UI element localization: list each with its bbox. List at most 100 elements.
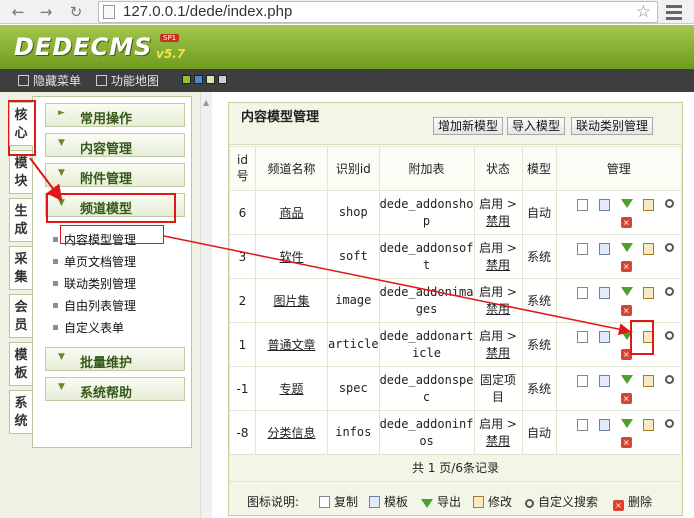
channel-name-link[interactable]: 软件 — [279, 250, 303, 264]
edit-icon[interactable] — [642, 418, 654, 431]
status-toggle-link[interactable]: 目 — [492, 390, 504, 404]
model-table: id 号 频道名称 识别id 附加表 状态 模型 管理 6 商品 shop dede_a… — [229, 146, 682, 455]
edit-icon[interactable] — [642, 286, 654, 299]
delete-icon[interactable]: × — [620, 436, 632, 448]
menu-item-free-list[interactable]: 自由列表管理 — [53, 297, 136, 314]
copy-icon[interactable] — [576, 198, 588, 211]
group-attach[interactable]: ▼ 附件管理 — [45, 163, 185, 187]
copy-icon[interactable] — [576, 374, 588, 387]
copy-icon[interactable] — [576, 242, 588, 255]
delete-icon[interactable]: × — [620, 392, 632, 404]
col-ident: 识别id — [327, 146, 380, 191]
theme-swatch-blue[interactable] — [194, 75, 203, 84]
status-toggle-link[interactable]: 禁用 — [486, 434, 510, 448]
scroll-up-icon[interactable]: ▲ — [203, 98, 209, 107]
menu-item-custom-form[interactable]: 自定义表单 — [53, 319, 124, 336]
browser-menu-icon[interactable] — [664, 2, 684, 22]
group-common[interactable]: ► 常用操作 — [45, 103, 185, 127]
back-icon[interactable]: ← — [8, 2, 28, 22]
row-ident: article — [327, 322, 380, 367]
search-icon[interactable] — [664, 374, 674, 384]
search-icon[interactable] — [664, 286, 674, 296]
row-name[interactable]: 图片集 — [255, 278, 328, 323]
row-name[interactable]: 普通文章 — [255, 322, 328, 367]
reload-icon[interactable]: ↻ — [66, 2, 86, 22]
status-toggle-link[interactable]: 禁用 — [486, 346, 510, 360]
edit-icon[interactable] — [642, 242, 654, 255]
add-model-button[interactable]: 增加新模型 — [433, 117, 504, 135]
row-addtable: dede_addonart icle — [378, 322, 475, 367]
template-icon[interactable] — [598, 242, 610, 255]
row-ident: infos — [327, 410, 380, 455]
vtab-member[interactable]: 会员 — [9, 294, 33, 338]
table-row: 3 软件 soft dede_addonsof t 启用 > 禁用 系统 × — [229, 234, 682, 279]
scrollbar[interactable]: ▲ — [200, 92, 212, 518]
vtab-core[interactable]: 核心 — [9, 102, 33, 146]
address-bar[interactable]: 127.0.0.1/dede/index.php ☆ — [98, 1, 658, 23]
row-name[interactable]: 分类信息 — [255, 410, 328, 455]
vtab-template[interactable]: 模板 — [9, 342, 33, 386]
template-icon[interactable] — [598, 418, 610, 431]
vtab-system[interactable]: 系统 — [9, 390, 33, 434]
row-addtable: dede_addonima ges — [378, 278, 475, 323]
delete-icon[interactable]: × — [620, 216, 632, 228]
export-icon[interactable] — [620, 198, 633, 208]
vtab-generate[interactable]: 生成 — [9, 198, 33, 242]
logo: DEDECMS — [14, 33, 153, 61]
row-actions: × — [555, 234, 682, 279]
theme-swatch-gray[interactable] — [218, 75, 227, 84]
edit-icon[interactable] — [642, 374, 654, 387]
theme-swatch-light[interactable] — [206, 75, 215, 84]
group-content[interactable]: ▼ 内容管理 — [45, 133, 185, 157]
vtab-module[interactable]: 模块 — [9, 150, 33, 194]
row-name[interactable]: 软件 — [255, 234, 328, 279]
channel-name-link[interactable]: 普通文章 — [267, 338, 315, 352]
export-icon[interactable] — [620, 418, 633, 428]
edit-icon[interactable] — [642, 198, 654, 211]
export-icon[interactable] — [620, 242, 633, 252]
channel-name-link[interactable]: 图片集 — [273, 294, 309, 308]
menu-item-single-page[interactable]: 单页文档管理 — [53, 253, 136, 270]
status-toggle-link[interactable]: 禁用 — [486, 258, 510, 272]
template-icon[interactable] — [598, 374, 610, 387]
copy-icon[interactable] — [576, 418, 588, 431]
channel-name-link[interactable]: 分类信息 — [267, 426, 315, 440]
template-icon[interactable] — [598, 198, 610, 211]
group-help[interactable]: ▼ 系统帮助 — [45, 377, 185, 401]
copy-icon[interactable] — [576, 330, 588, 343]
channel-name-link[interactable]: 商品 — [279, 206, 303, 220]
search-icon[interactable] — [664, 330, 674, 340]
row-name[interactable]: 商品 — [255, 190, 328, 235]
status-toggle-link[interactable]: 禁用 — [486, 214, 510, 228]
search-icon — [525, 499, 534, 508]
channel-name-link[interactable]: 专题 — [279, 382, 303, 396]
template-icon[interactable] — [598, 286, 610, 299]
delete-icon[interactable]: × — [620, 260, 632, 272]
hide-menu-button[interactable]: 隐藏菜单 — [18, 72, 81, 89]
search-icon[interactable] — [664, 418, 674, 428]
export-icon[interactable] — [620, 374, 633, 384]
forward-icon[interactable]: → — [36, 2, 56, 22]
linkage-manage-button[interactable]: 联动类别管理 — [571, 117, 654, 135]
row-name[interactable]: 专题 — [255, 366, 328, 411]
main-content: 内容模型管理 增加新模型 导入模型 联动类别管理 id 号 频道名称 识别id 附… — [212, 92, 694, 518]
template-icon[interactable] — [598, 330, 610, 343]
row-id: -1 — [229, 366, 256, 411]
row-model: 自动 — [521, 410, 557, 455]
import-model-button[interactable]: 导入模型 — [507, 117, 566, 135]
col-id: id 号 — [229, 146, 256, 191]
search-icon[interactable] — [664, 242, 674, 252]
bookmark-star-icon[interactable]: ☆ — [636, 2, 651, 22]
group-batch[interactable]: ▼ 批量维护 — [45, 347, 185, 371]
url-text[interactable]: 127.0.0.1/dede/index.php — [123, 3, 292, 20]
delete-icon[interactable]: × — [620, 304, 632, 316]
export-icon[interactable] — [620, 286, 633, 296]
vtab-collect[interactable]: 采集 — [9, 246, 33, 290]
feature-map-button[interactable]: 功能地图 — [96, 72, 159, 89]
template-icon — [369, 496, 380, 508]
menu-item-linkage[interactable]: 联动类别管理 — [53, 275, 136, 292]
theme-swatch-green[interactable] — [182, 75, 191, 84]
search-icon[interactable] — [664, 198, 674, 208]
status-toggle-link[interactable]: 禁用 — [486, 302, 510, 316]
copy-icon[interactable] — [576, 286, 588, 299]
